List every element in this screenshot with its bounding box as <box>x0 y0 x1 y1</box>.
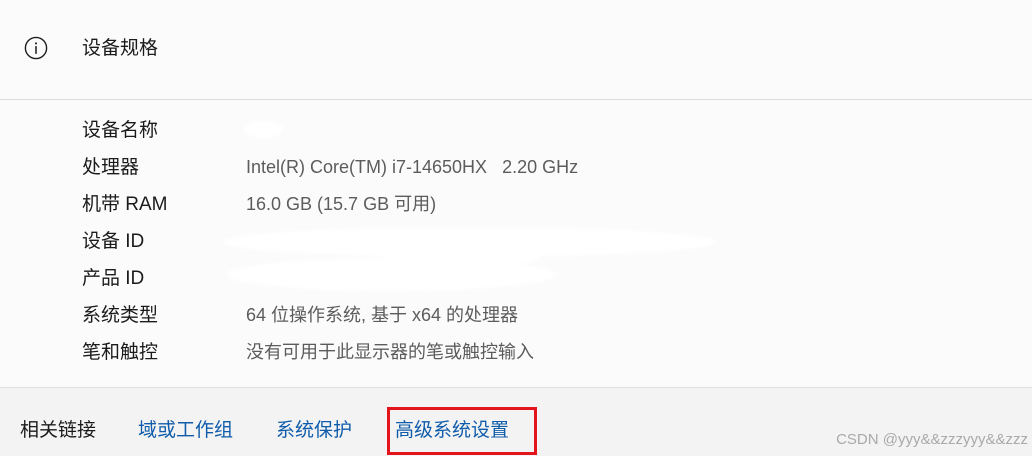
spec-row-device-name: 设备名称 <box>0 112 1032 149</box>
spec-value: Intel(R) Core(TM) i7-14650HX 2.20 GHz <box>246 157 579 177</box>
device-specs-card: 设备规格 设备名称 处理器 Intel(R) Core(TM) i7-14650… <box>0 0 1032 388</box>
spec-row-product-id: 产品 ID <box>0 260 1032 297</box>
spec-label: 笔和触控 <box>82 342 159 363</box>
spec-value: 64 位操作系统, 基于 x64 的处理器 <box>246 305 519 325</box>
spec-label: 处理器 <box>82 157 140 178</box>
link-system-protection[interactable]: 系统保护 <box>276 417 352 445</box>
section-title: 设备规格 <box>82 38 159 59</box>
spec-value: 没有可用于此显示器的笔或触控输入 <box>246 342 534 362</box>
spec-list: 设备名称 处理器 Intel(R) Core(TM) i7-14650HX 2.… <box>0 112 1032 371</box>
spec-label: 产品 ID <box>82 268 145 289</box>
related-links-bar: 相关链接 域或工作组 系统保护 高级系统设置 CSDN @yyy&&zzzyyy… <box>0 388 1032 456</box>
info-icon <box>24 36 48 60</box>
watermark: CSDN @yyy&&zzzyyy&&zzz <box>836 431 1028 448</box>
spec-row-device-id: 设备 ID <box>0 223 1032 260</box>
spec-row-ram: 机带 RAM 16.0 GB (15.7 GB 可用) <box>0 186 1032 223</box>
link-domain-or-workgroup[interactable]: 域或工作组 <box>138 417 233 445</box>
spec-row-pen-and-touch: 笔和触控 没有可用于此显示器的笔或触控输入 <box>0 334 1032 371</box>
spec-label: 系统类型 <box>82 305 159 326</box>
device-specs-header[interactable]: 设备规格 <box>0 0 1032 100</box>
spec-row-processor: 处理器 Intel(R) Core(TM) i7-14650HX 2.20 GH… <box>0 149 1032 186</box>
spec-label: 机带 RAM <box>82 194 168 215</box>
spec-label: 设备 ID <box>82 231 145 252</box>
spec-value: 16.0 GB (15.7 GB 可用) <box>246 194 437 214</box>
link-advanced-system-settings[interactable]: 高级系统设置 <box>395 417 509 445</box>
spec-label: 设备名称 <box>82 120 159 141</box>
related-links-heading: 相关链接 <box>20 420 97 441</box>
spec-row-system-type: 系统类型 64 位操作系统, 基于 x64 的处理器 <box>0 297 1032 334</box>
